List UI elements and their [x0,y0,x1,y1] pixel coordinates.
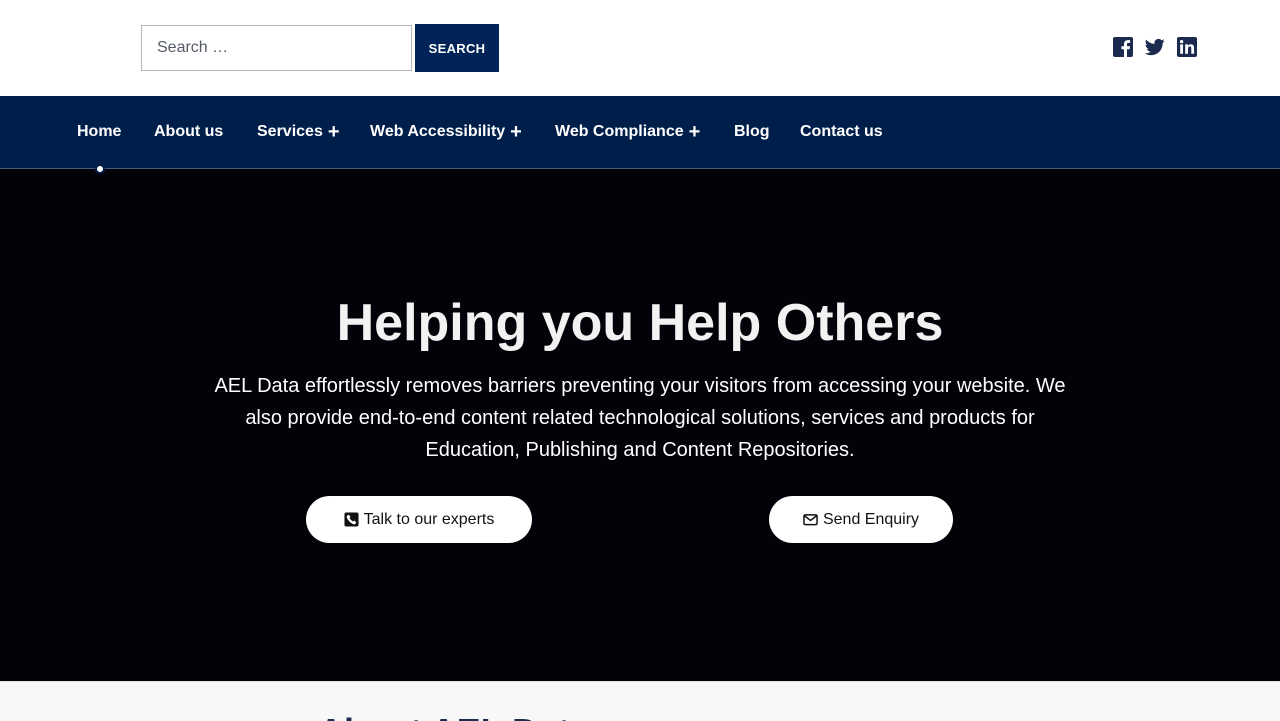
main-nav: Home About us Services + Web Accessibilit… [0,96,1280,169]
talk-to-experts-label: Talk to our experts [363,510,495,528]
nav-item-label: About us [154,123,224,140]
search-input[interactable] [141,25,412,71]
nav-item-label: Web Accessibility [370,123,506,140]
nav-item-contact-us[interactable]: Contact us [800,96,883,168]
nav-item-about-us[interactable]: About us [154,96,223,168]
top-header: SEARCH [0,0,1280,96]
nav-item-home[interactable]: Home [77,96,121,168]
send-enquiry-button[interactable]: Send Enquiry [769,496,953,543]
plus-icon: + [327,121,340,143]
nav-item-label: Services [257,123,323,140]
nav-item-services[interactable]: Services + [257,96,340,168]
nav-item-label: Web Compliance [555,123,684,140]
envelope-icon [803,512,818,527]
send-enquiry-label: Send Enquiry [822,510,920,528]
active-nav-indicator [95,164,105,174]
plus-icon: + [510,121,522,143]
search-button[interactable]: SEARCH [415,24,499,72]
facebook-icon[interactable] [1113,37,1133,57]
nav-item-label: Blog [734,123,770,140]
talk-to-experts-button[interactable]: Talk to our experts [306,496,532,543]
nav-item-blog[interactable]: Blog [734,96,770,168]
hero-description: AEL Data effortlessly removes barriers p… [214,375,1066,461]
nav-item-label: Contact us [800,123,883,140]
hero-title: Helping you Help Others [336,294,944,352]
about-section: About AEL Data [0,681,1280,721]
nav-item-web-compliance[interactable]: Web Compliance + [555,96,700,168]
plus-icon: + [688,121,701,143]
nav-item-web-accessibility[interactable]: Web Accessibility + [370,96,522,168]
nav-item-label: Home [77,123,122,140]
twitter-icon[interactable] [1145,37,1165,57]
linkedin-icon[interactable] [1177,37,1197,57]
phone-icon [344,512,359,527]
